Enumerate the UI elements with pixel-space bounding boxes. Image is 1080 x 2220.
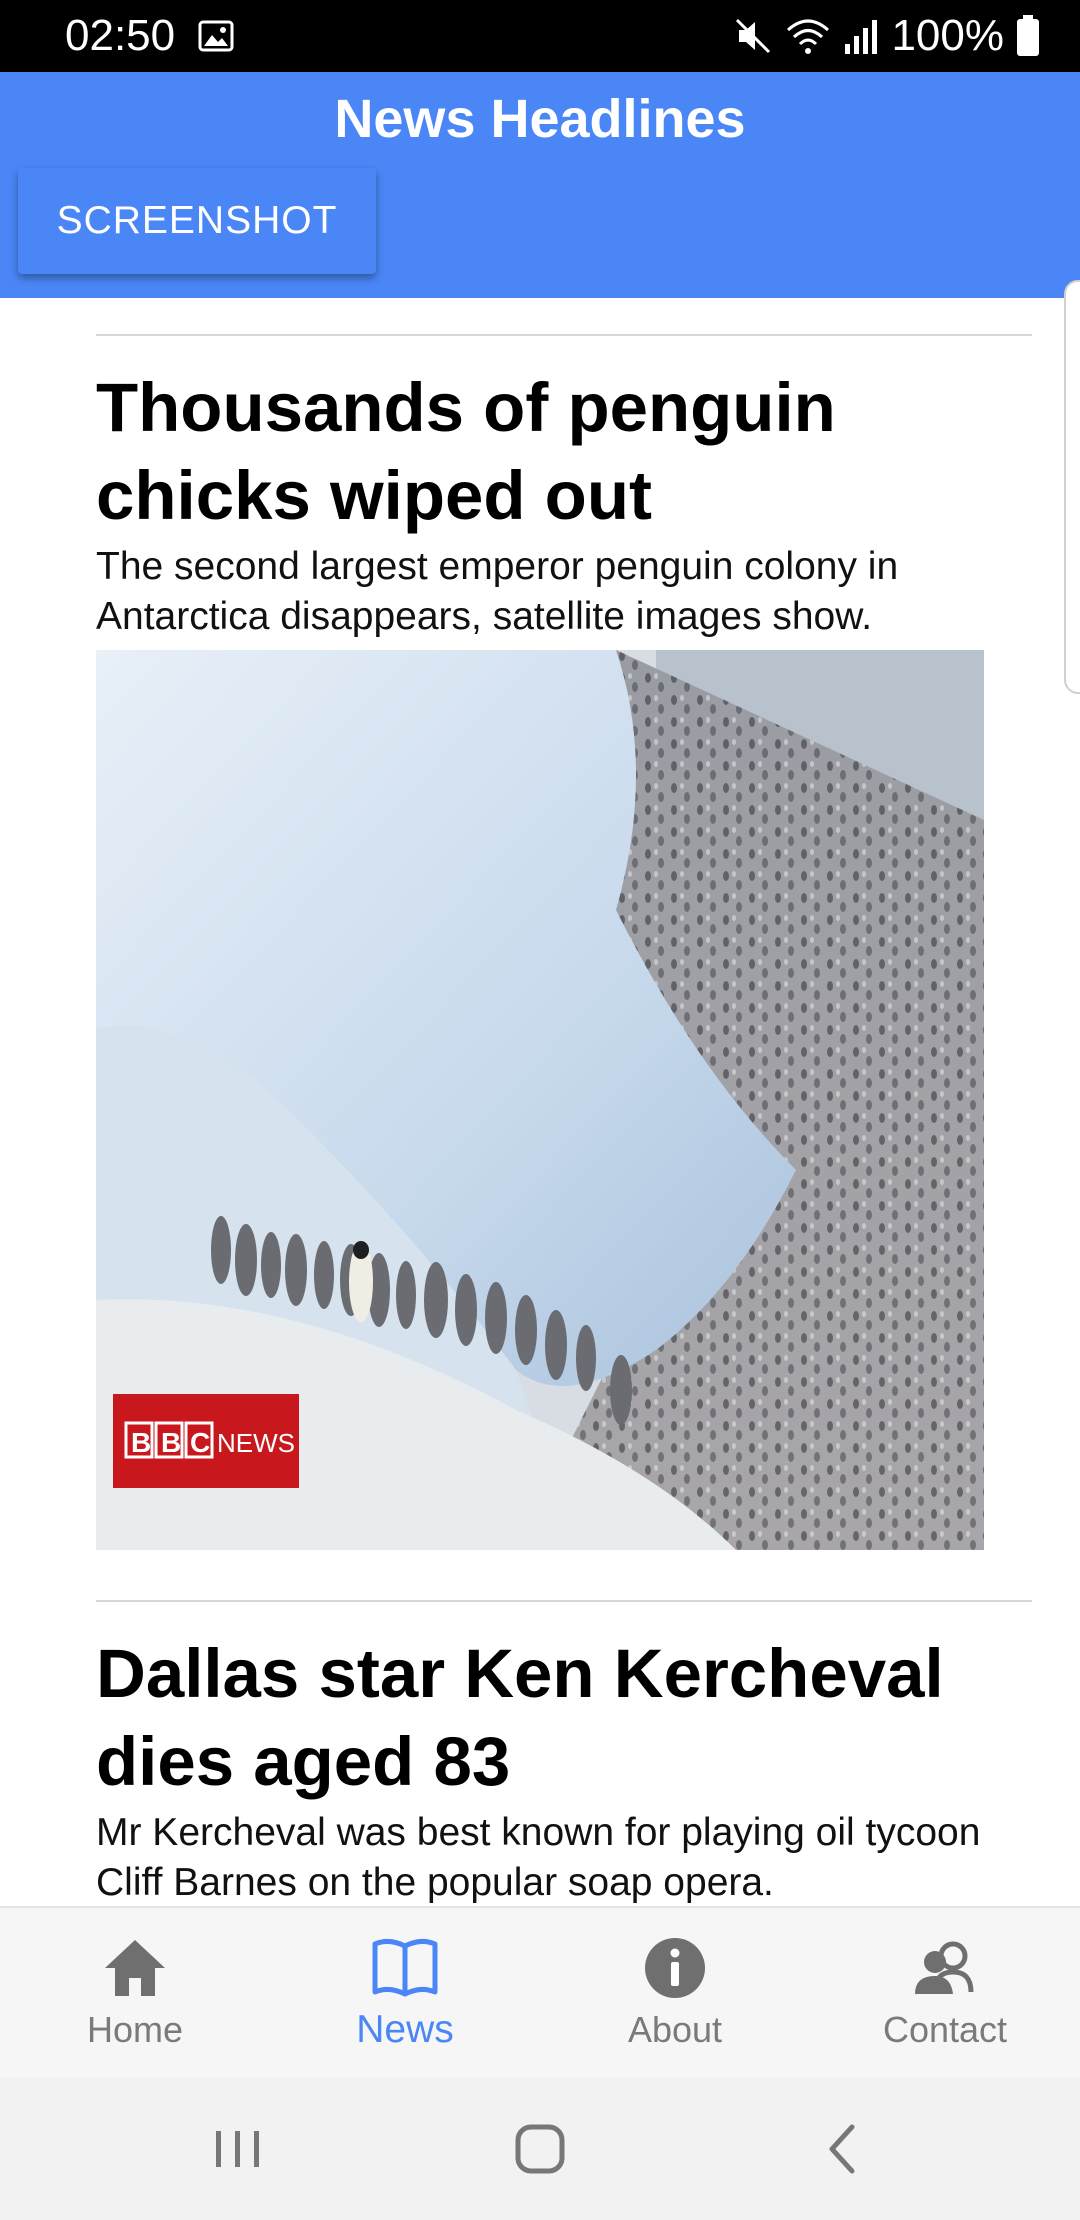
bottom-navigation: Home News About Contact — [0, 1906, 1080, 2079]
nav-item-contact[interactable]: Contact — [810, 1908, 1080, 2079]
signal-icon — [845, 20, 878, 54]
home-icon — [105, 1940, 165, 1996]
mute-icon — [736, 18, 771, 54]
svg-text:B: B — [161, 1427, 181, 1458]
article-summary: Mr Kercheval was best known for playing … — [96, 1811, 981, 1904]
recents-icon[interactable] — [193, 2113, 283, 2185]
nav-item-home[interactable]: Home — [0, 1908, 270, 2079]
article-title[interactable]: Dallas star Ken Kercheval dies aged 83 — [96, 1630, 1026, 1806]
svg-text:B: B — [131, 1427, 151, 1458]
wifi-icon — [787, 19, 830, 54]
status-bar: 02:50 100% — [0, 0, 1080, 72]
nav-label-about: About — [627, 2009, 723, 2050]
info-icon — [645, 1938, 705, 1998]
article-title[interactable]: Thousands of penguin chicks wiped out — [96, 364, 1026, 540]
bbc-news-logo: B B C NEWS — [113, 1394, 299, 1488]
scroll-indicator[interactable] — [1064, 280, 1080, 694]
home-button-icon[interactable] — [495, 2113, 585, 2185]
gallery-icon — [198, 20, 234, 52]
page-title: News Headlines — [334, 89, 746, 149]
article-summary: The second largest emperor penguin colon… — [96, 545, 899, 638]
screenshot-button[interactable]: SCREENSHOT — [18, 168, 376, 274]
article-image[interactable]: B B C NEWS — [96, 650, 984, 1550]
status-time: 02:50 — [65, 11, 176, 60]
nav-item-news[interactable]: News — [270, 1908, 540, 2079]
system-navigation-bar — [0, 2077, 1080, 2220]
nav-item-about[interactable]: About — [540, 1908, 810, 2079]
nav-label-news: News — [356, 2008, 454, 2051]
svg-text:C: C — [190, 1427, 210, 1458]
book-icon — [372, 1938, 438, 1997]
divider — [96, 1600, 1032, 1602]
news-list[interactable]: Thousands of penguin chicks wiped out Th… — [0, 298, 1080, 1906]
status-icons: 100% — [733, 10, 1040, 62]
nav-label-contact: Contact — [882, 2009, 1008, 2050]
contacts-icon — [915, 1941, 974, 1994]
divider — [96, 334, 1032, 336]
app-header: News Headlines SCREENSHOT — [0, 72, 1080, 298]
nav-label-home: Home — [86, 2009, 184, 2050]
battery-icon — [1017, 15, 1039, 56]
battery-percent: 100% — [891, 11, 1004, 60]
penguin-photo: B B C NEWS — [96, 650, 984, 1550]
svg-text:NEWS: NEWS — [217, 1428, 295, 1458]
back-icon[interactable] — [797, 2113, 887, 2185]
